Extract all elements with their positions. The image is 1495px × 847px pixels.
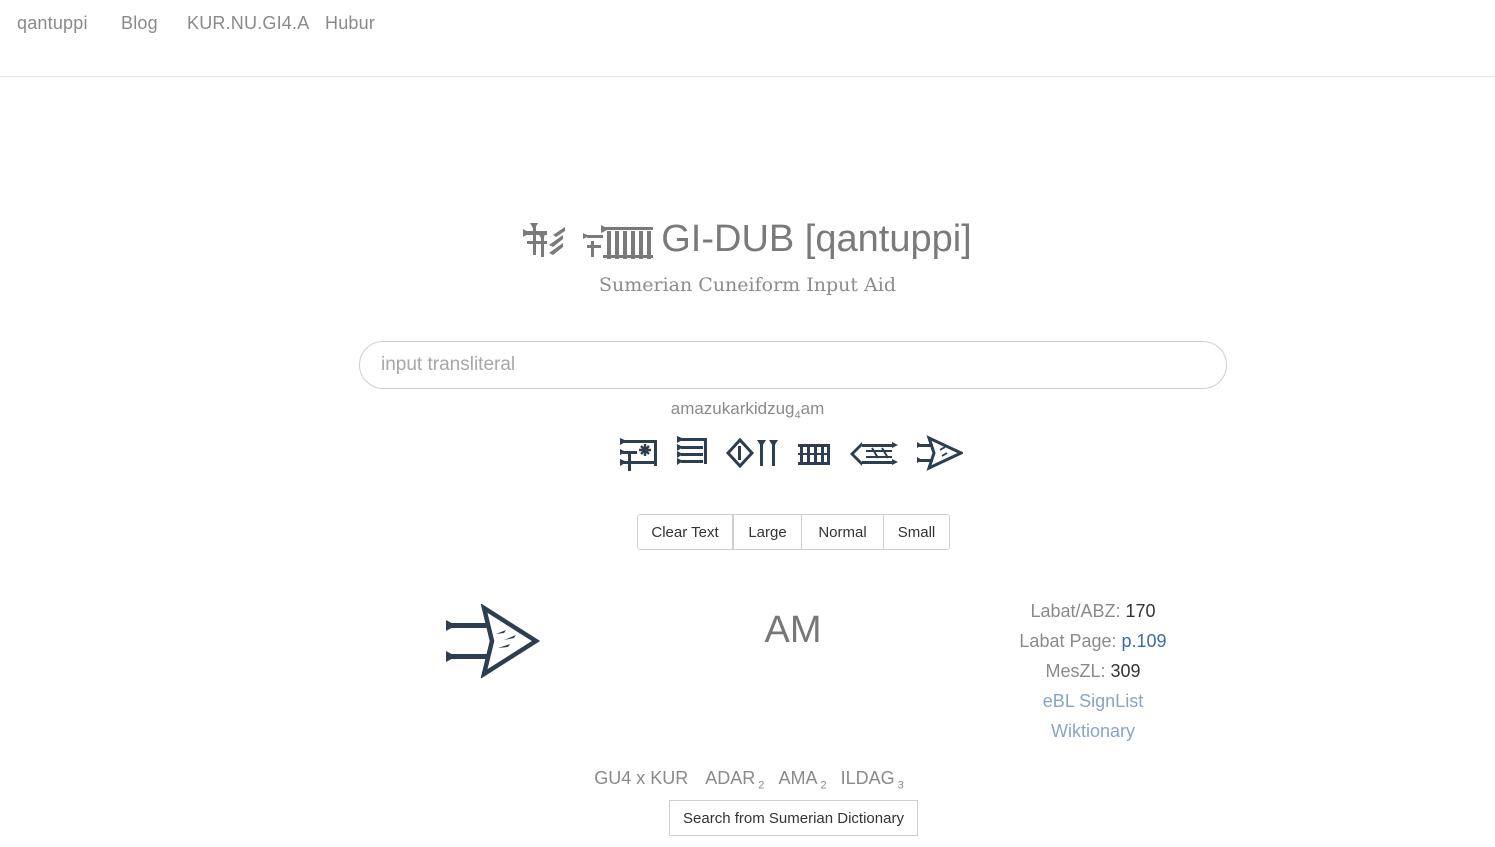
transliteration-output: amazukarkidzug4am bbox=[670, 399, 825, 422]
zu-sign-icon[interactable] bbox=[677, 434, 709, 474]
nav-link-blog[interactable]: Blog bbox=[121, 13, 158, 34]
meszl-value: 309 bbox=[1110, 661, 1141, 681]
am-sign-large-icon bbox=[446, 604, 540, 678]
ki-sign-icon[interactable] bbox=[796, 434, 832, 474]
ebl-signlist-row: eBL SignList bbox=[990, 688, 1196, 718]
cuneiform-output bbox=[620, 434, 965, 474]
search-dictionary-button[interactable]: Search from Sumerian Dictionary bbox=[669, 800, 918, 836]
page-title: GI-DUB [qantuppi] bbox=[0, 218, 1495, 261]
normal-button[interactable]: Normal bbox=[801, 514, 884, 550]
transliteration-input[interactable] bbox=[359, 341, 1227, 389]
labat-page-link[interactable]: p.109 bbox=[1122, 631, 1167, 651]
variant-item[interactable]: ADAR 2 bbox=[702, 768, 764, 792]
ama-sign-icon[interactable] bbox=[620, 434, 662, 474]
nav-link-qantuppi[interactable]: qantuppi bbox=[17, 13, 88, 34]
sign-variants: GU4 x KUR ADAR 2 AMA 2 ILDAG 3 bbox=[0, 768, 1495, 792]
nav-link-kurnugia[interactable]: KUR.NU.GI4.A bbox=[187, 13, 309, 34]
labat-abz-row: Labat/ABZ: 170 bbox=[1030, 601, 1156, 621]
ebl-signlist-link[interactable]: eBL SignList bbox=[1043, 691, 1143, 711]
top-navbar: qantuppi Blog KUR.NU.GI4.A Hubur bbox=[0, 0, 1495, 77]
am-sign-icon[interactable] bbox=[917, 434, 963, 474]
labat-abz-value: 170 bbox=[1125, 601, 1156, 621]
nav-link-hubur[interactable]: Hubur bbox=[325, 13, 375, 34]
sign-name: AM bbox=[764, 609, 822, 651]
wiktionary-row: Wiktionary bbox=[990, 718, 1196, 748]
title-cuneiform-icon bbox=[523, 221, 654, 261]
wiktionary-link[interactable]: Wiktionary bbox=[1051, 721, 1135, 741]
kar-sign-icon[interactable] bbox=[724, 434, 782, 474]
sign-info-panel: Labat/ABZ: 170 Labat Page: p.109 MesZL: … bbox=[990, 598, 1196, 748]
labat-page-row: Labat Page: p.109 bbox=[1019, 631, 1167, 651]
small-button[interactable]: Small bbox=[883, 514, 950, 550]
variant-item[interactable]: AMA 2 bbox=[775, 768, 826, 792]
dzug-sign-icon[interactable] bbox=[848, 434, 900, 474]
meszl-row: MesZL: 309 bbox=[1045, 661, 1141, 681]
variant-item[interactable]: GU4 x KUR bbox=[591, 768, 691, 788]
page-subtitle: Sumerian Cuneiform Input Aid bbox=[599, 274, 896, 296]
page-title-text: GI-DUB [qantuppi] bbox=[661, 218, 972, 260]
large-button[interactable]: Large bbox=[733, 514, 802, 550]
variant-item[interactable]: ILDAG 3 bbox=[838, 768, 904, 792]
clear-text-button[interactable]: Clear Text bbox=[637, 514, 733, 550]
